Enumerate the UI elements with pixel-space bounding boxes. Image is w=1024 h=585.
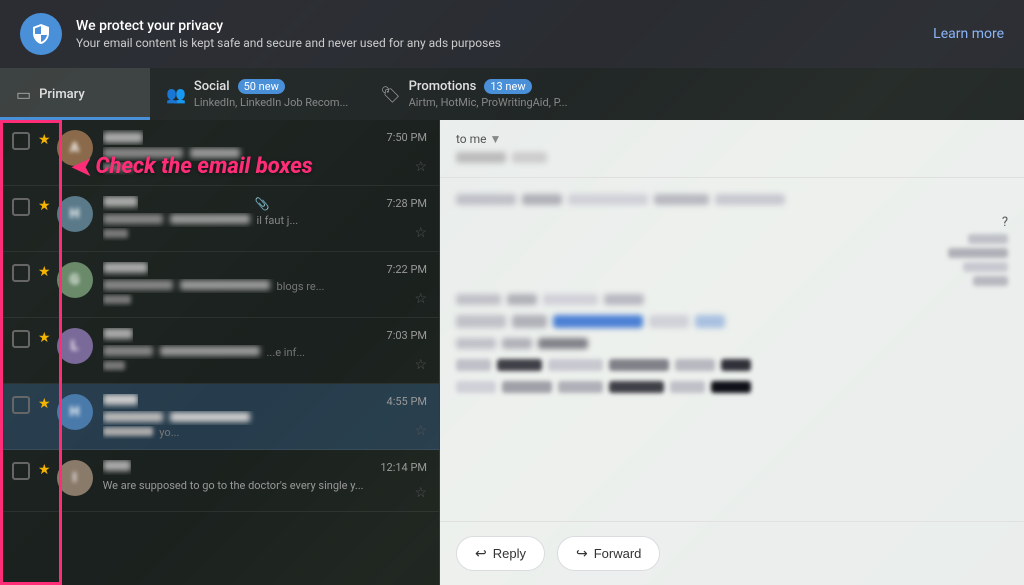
reply-icon: ↩ — [475, 545, 487, 562]
reading-pane: to me ▼ — [440, 120, 1024, 585]
email-sender-3 — [103, 262, 148, 277]
email-checkbox-3[interactable] — [12, 264, 30, 282]
email-list: ➤ Check the email boxes ★ A 7:50 PM — [0, 120, 440, 585]
reply-button[interactable]: ↩ Reply — [456, 536, 545, 571]
email-body-3: 7:22 PM blogs re... — [103, 262, 427, 307]
email-checkbox-2[interactable] — [12, 198, 30, 216]
tab-bar: ▭ Primary 👥 Social 50 new LinkedIn, Link… — [0, 68, 1024, 120]
star-button-2[interactable]: ☆ — [414, 225, 427, 241]
email-checkbox-4[interactable] — [12, 330, 30, 348]
email-preview-6: We are supposed to go to the doctor's ev… — [103, 479, 427, 492]
reading-to: to me ▼ — [456, 132, 1008, 146]
star-button-1[interactable]: ☆ — [414, 159, 427, 175]
email-item-3[interactable]: ★ G 7:22 PM blogs re... — [0, 252, 439, 318]
star-button-4[interactable]: ☆ — [414, 357, 427, 373]
email-preview-4 — [103, 360, 427, 373]
email-preview-5: yo... — [103, 426, 427, 439]
main-container: ▭ Primary 👥 Social 50 new LinkedIn, Link… — [0, 68, 1024, 585]
star-button-6[interactable]: ☆ — [414, 485, 427, 501]
email-checkbox-6[interactable] — [12, 462, 30, 480]
email-star-5[interactable]: ★ — [38, 396, 51, 412]
email-subject-2: il faut j... — [103, 213, 427, 227]
reading-footer: ↩ Reply ↪ Forward — [440, 521, 1024, 585]
promotions-subtitle: Airtm, HotMic, ProWritingAid, P... — [409, 96, 568, 109]
privacy-banner: We protect your privacy Your email conte… — [0, 0, 1024, 68]
email-item-6[interactable]: ★ I 12:14 PM We are supposed to go to th… — [0, 450, 439, 512]
reading-header: to me ▼ — [440, 120, 1024, 178]
tab-social[interactable]: 👥 Social 50 new LinkedIn, LinkedIn Job R… — [150, 68, 364, 120]
email-star-6[interactable]: ★ — [38, 462, 51, 478]
email-checkbox-1[interactable] — [12, 132, 30, 150]
email-item-4[interactable]: ★ L 7:03 PM ...e inf... — [0, 318, 439, 384]
inbox-icon: ▭ — [16, 85, 31, 104]
email-sender-5 — [103, 394, 138, 409]
email-subject-5 — [103, 411, 427, 425]
star-button-5[interactable]: ☆ — [414, 423, 427, 439]
privacy-subtitle: Your email content is kept safe and secu… — [76, 36, 933, 50]
email-avatar-6: I — [57, 460, 93, 496]
tab-promotions-label: Promotions — [409, 79, 477, 94]
email-sender-1 — [103, 130, 143, 145]
email-body-2: 📎 7:28 PM il faut j... — [103, 196, 427, 241]
star-button-3[interactable]: ☆ — [414, 291, 427, 307]
annotation: ➤ Check the email boxes — [70, 150, 313, 183]
email-time-4: 7:03 PM — [387, 329, 427, 342]
tag-icon: 🏷 — [380, 85, 400, 104]
social-badge: 50 new — [238, 79, 285, 94]
content-area: ➤ Check the email boxes ★ A 7:50 PM — [0, 120, 1024, 585]
annotation-text: Check the email boxes — [95, 154, 312, 179]
email-star-2[interactable]: ★ — [38, 198, 51, 214]
email-item-5[interactable]: ★ H 4:55 PM — [0, 384, 439, 450]
email-body-6: 12:14 PM We are supposed to go to the do… — [103, 460, 427, 492]
email-sender-4 — [103, 328, 133, 343]
forward-label: Forward — [594, 546, 642, 561]
tab-primary-label: Primary — [39, 87, 85, 102]
email-body-4: 7:03 PM ...e inf... — [103, 328, 427, 373]
forward-button[interactable]: ↪ Forward — [557, 536, 660, 571]
email-avatar-5: H — [57, 394, 93, 430]
shield-icon — [20, 13, 62, 55]
email-star-1[interactable]: ★ — [38, 132, 51, 148]
forward-icon: ↪ — [576, 545, 588, 562]
email-star-4[interactable]: ★ — [38, 330, 51, 346]
email-avatar-2: H — [57, 196, 93, 232]
email-subject-3: blogs re... — [103, 279, 427, 293]
email-sender-2 — [103, 196, 138, 211]
privacy-title: We protect your privacy — [76, 18, 933, 34]
email-time-1: 7:50 PM — [387, 131, 427, 144]
email-preview-3 — [103, 294, 427, 307]
email-avatar-3: G — [57, 262, 93, 298]
people-icon: 👥 — [166, 85, 186, 104]
email-time-2: 7:28 PM — [387, 197, 427, 210]
reading-content: ? — [440, 178, 1024, 521]
promotions-badge: 13 new — [484, 79, 531, 94]
reply-label: Reply — [493, 546, 526, 561]
email-preview-2 — [103, 228, 427, 241]
email-sender-6 — [103, 460, 131, 475]
email-tag-2: il faut j... — [257, 214, 299, 227]
tab-social-label: Social — [194, 79, 230, 94]
email-star-3[interactable]: ★ — [38, 264, 51, 280]
email-body-5: 4:55 PM yo... — [103, 394, 427, 439]
email-time-5: 4:55 PM — [387, 395, 427, 408]
privacy-text: We protect your privacy Your email conte… — [76, 18, 933, 50]
email-item-2[interactable]: ★ H 📎 7:28 PM il faut j... — [0, 186, 439, 252]
email-time-3: 7:22 PM — [387, 263, 427, 276]
social-subtitle: LinkedIn, LinkedIn Job Recom... — [194, 96, 348, 109]
tab-promotions[interactable]: 🏷 Promotions 13 new Airtm, HotMic, ProWr… — [364, 68, 583, 120]
email-subject-4: ...e inf... — [103, 345, 427, 359]
annotation-arrow: ➤ — [70, 150, 93, 183]
learn-more-link[interactable]: Learn more — [933, 26, 1004, 42]
email-avatar-4: L — [57, 328, 93, 364]
email-time-6: 12:14 PM — [380, 461, 427, 474]
attachment-icon-2: 📎 — [255, 197, 270, 211]
email-checkbox-5[interactable] — [12, 396, 30, 414]
tab-primary[interactable]: ▭ Primary — [0, 68, 150, 120]
